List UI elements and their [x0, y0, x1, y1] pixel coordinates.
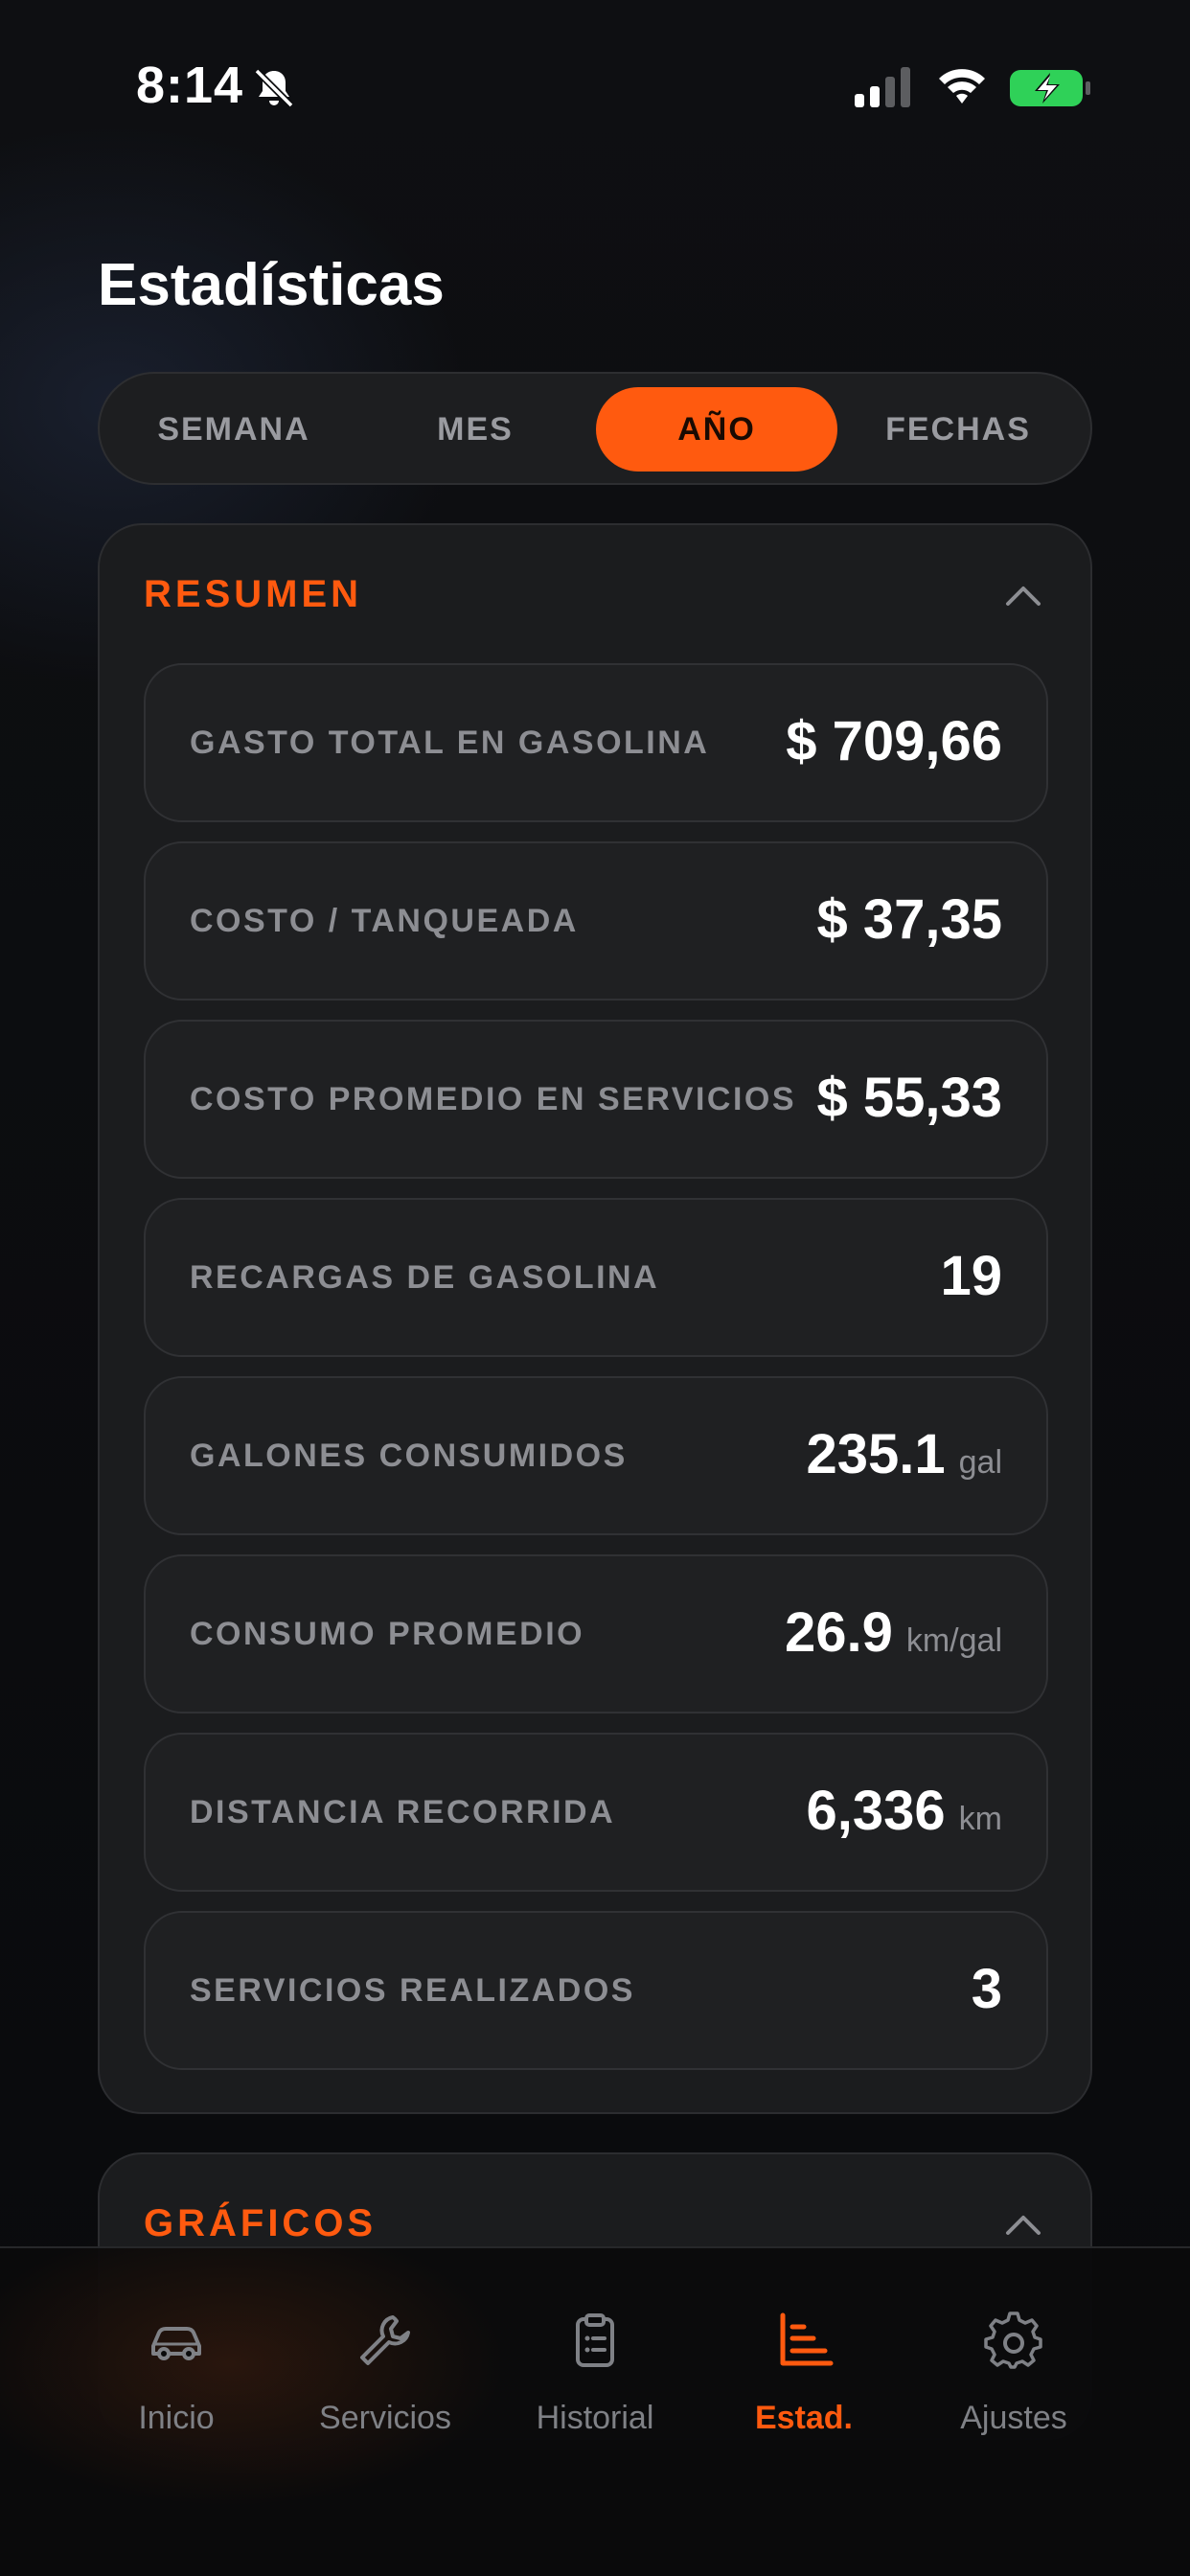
stat-row-galones: GALONES CONSUMIDOS 235.1 gal — [144, 1376, 1048, 1535]
graficos-header[interactable]: GRÁFICOS — [144, 2202, 377, 2245]
stat-value: $ 37,35 — [816, 887, 1002, 952]
wifi-icon — [939, 69, 985, 104]
tab-fechas[interactable]: FECHAS — [837, 387, 1079, 472]
tab-historial[interactable]: Historial — [490, 2310, 700, 2463]
stat-value: 235.1 gal — [806, 1422, 1002, 1486]
stat-number: 3 — [971, 1958, 1002, 2020]
stat-value: $ 55,33 — [816, 1066, 1002, 1130]
tab-ano[interactable]: AÑO — [596, 387, 837, 472]
tab-semana[interactable]: SEMANA — [113, 387, 355, 472]
stat-label: CONSUMO PROMEDIO — [190, 1616, 585, 1652]
wrench-icon — [360, 2315, 410, 2365]
tab-label: Ajustes — [960, 2400, 1067, 2436]
stat-number: $ 37,35 — [816, 888, 1002, 951]
stat-label: RECARGAS DE GASOLINA — [190, 1259, 660, 1296]
stat-number: $ 55,33 — [816, 1067, 1002, 1129]
status-bar: 8:14 — [0, 0, 1190, 172]
tab-estad[interactable]: Estad. — [698, 2310, 909, 2463]
chevron-up-icon[interactable] — [1004, 2210, 1042, 2237]
tab-ajustes[interactable]: Ajustes — [908, 2310, 1119, 2463]
stat-number: 6,336 — [806, 1780, 946, 1842]
stat-unit: gal — [958, 1444, 1002, 1481]
stat-value: 26.9 km/gal — [785, 1600, 1002, 1665]
tab-label: Historial — [536, 2400, 654, 2436]
tab-mes[interactable]: MES — [355, 387, 596, 472]
stat-label: GALONES CONSUMIDOS — [190, 1438, 628, 1474]
stat-number: $ 709,66 — [786, 710, 1002, 772]
tab-label: Inicio — [138, 2400, 215, 2436]
cellular-signal-icon — [855, 67, 910, 107]
stat-row-servicios: SERVICIOS REALIZADOS 3 — [144, 1911, 1048, 2070]
gear-icon — [984, 2312, 1042, 2369]
resumen-header[interactable]: RESUMEN — [144, 573, 362, 616]
bar-chart-icon — [780, 2312, 834, 2366]
chevron-up-icon[interactable] — [1004, 581, 1042, 608]
stat-row-consumo-promedio: CONSUMO PROMEDIO 26.9 km/gal — [144, 1554, 1048, 1714]
tab-label: Estad. — [754, 2400, 854, 2436]
car-icon — [151, 2327, 201, 2360]
bottom-tab-bar: Inicio Servicios Historial Estad. Ajuste… — [0, 2246, 1190, 2576]
stat-row-costo-servicios: COSTO PROMEDIO EN SERVICIOS $ 55,33 — [144, 1020, 1048, 1179]
period-segmented-control: SEMANA MES AÑO FECHAS — [98, 372, 1092, 485]
stat-row-gasto-total: GASTO TOTAL EN GASOLINA $ 709,66 — [144, 663, 1048, 822]
stat-label: COSTO / TANQUEADA — [190, 903, 579, 939]
stat-number: 26.9 — [784, 1601, 893, 1664]
tab-servicios[interactable]: Servicios — [280, 2310, 491, 2463]
stat-row-recargas: RECARGAS DE GASOLINA 19 — [144, 1198, 1048, 1357]
bell-slash-icon — [254, 68, 294, 108]
stat-number: 235.1 — [806, 1423, 946, 1485]
clipboard-icon — [576, 2313, 614, 2367]
status-time: 8:14 — [136, 57, 244, 114]
stat-value: 3 — [972, 1957, 1002, 2021]
stat-row-costo-tanqueada: COSTO / TANQUEADA $ 37,35 — [144, 841, 1048, 1000]
tab-inicio[interactable]: Inicio — [71, 2310, 282, 2463]
resumen-card: RESUMEN GASTO TOTAL EN GASOLINA $ 709,66… — [98, 523, 1092, 2114]
stat-label: GASTO TOTAL EN GASOLINA — [190, 724, 710, 761]
stat-number: 19 — [940, 1245, 1002, 1307]
stat-row-distancia: DISTANCIA RECORRIDA 6,336 km — [144, 1733, 1048, 1892]
stat-value: 19 — [940, 1244, 1002, 1308]
stat-value: 6,336 km — [807, 1779, 1002, 1843]
tab-label: Servicios — [319, 2400, 451, 2436]
stat-label: COSTO PROMEDIO EN SERVICIOS — [190, 1081, 797, 1117]
stat-label: SERVICIOS REALIZADOS — [190, 1972, 635, 2009]
stat-unit: km/gal — [905, 1622, 1002, 1659]
stat-value: $ 709,66 — [786, 709, 1002, 773]
page-title: Estadísticas — [98, 252, 445, 318]
stat-unit: km — [958, 1801, 1002, 1837]
battery-charging-icon — [1010, 70, 1090, 106]
stat-label: DISTANCIA RECORRIDA — [190, 1794, 616, 1830]
